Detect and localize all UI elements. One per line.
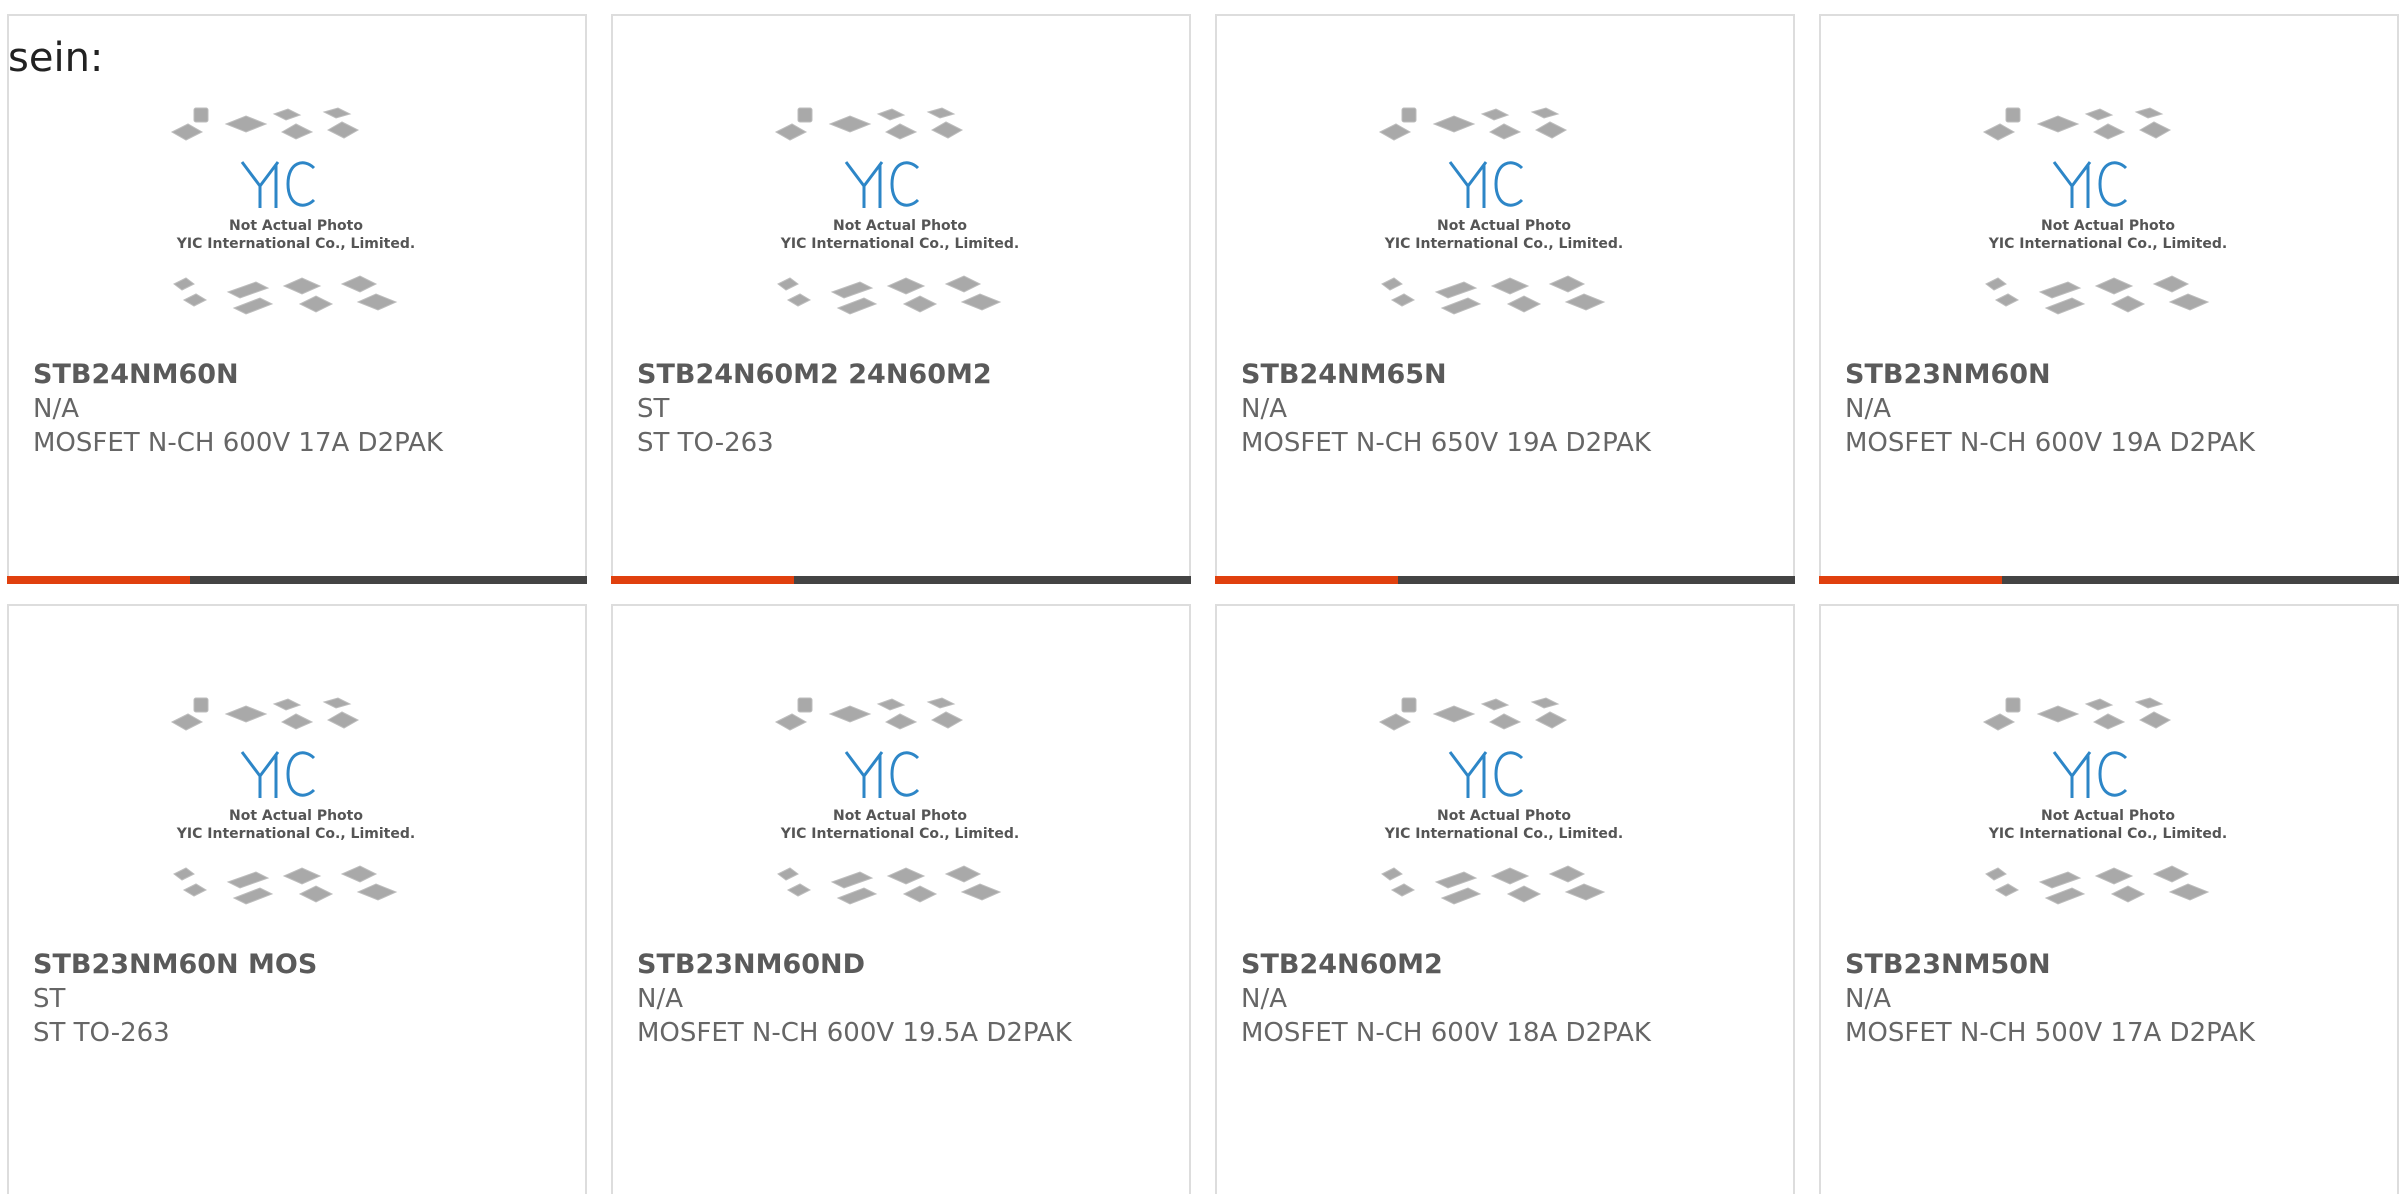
product-info: STB24N60M2 24N60M2 ST ST TO-263 [637,358,1179,460]
yic-logo [240,751,316,798]
chip-icons-bottom [777,275,1002,315]
yic-logo [2052,161,2128,208]
product-info: STB24NM60N N/A MOSFET N-CH 600V 17A D2PA… [33,358,575,460]
yic-logo [1448,751,1524,798]
card-accent-bar [7,576,190,584]
chip-icons-bottom [1381,865,1606,905]
caption-line-1: Not Actual Photo [229,808,363,824]
chip-icons-bottom [777,865,1002,905]
card-bottom-bar [1215,576,1795,584]
caption-line-2: YIC International Co., Limited. [1988,236,2227,252]
chip-icons-top [1982,107,2172,141]
chip-icons-bottom [173,275,398,315]
product-card[interactable]: Not Actual Photo YIC International Co., … [611,14,1191,584]
product-info: STB24NM65N N/A MOSFET N-CH 650V 19A D2PA… [1241,358,1783,460]
product-name[interactable]: STB24NM60N [33,358,575,392]
product-placeholder-image: Not Actual Photo YIC International Co., … [774,697,1019,905]
chip-icons-top [774,107,964,141]
product-card[interactable]: Not Actual Photo YIC International Co., … [7,604,587,1194]
product-name[interactable]: STB23NM60N [1845,358,2387,392]
product-description: ST TO-263 [637,428,774,458]
yic-logo [1448,161,1524,208]
product-description: ST TO-263 [33,1018,170,1048]
product-placeholder-image: Not Actual Photo YIC International Co., … [170,107,415,315]
caption-line-1: Not Actual Photo [229,218,363,234]
product-placeholder-image: Not Actual Photo YIC International Co., … [774,107,1019,315]
product-description: MOSFET N-CH 600V 18A D2PAK [1241,1018,1651,1048]
card-bottom-bar [1819,576,2399,584]
product-placeholder-image: Not Actual Photo YIC International Co., … [1982,697,2227,905]
product-placeholder-image: Not Actual Photo YIC International Co., … [1378,697,1623,905]
caption-line-2: YIC International Co., Limited. [176,826,415,842]
caption-line-1: Not Actual Photo [833,218,967,234]
product-brand: N/A [33,394,79,424]
product-card[interactable]: Not Actual Photo YIC International Co., … [7,14,587,584]
chip-icons-top [170,107,360,141]
yic-logo [844,161,920,208]
product-description: MOSFET N-CH 600V 19A D2PAK [1845,428,2255,458]
chip-icons-bottom [173,865,398,905]
product-card[interactable]: Not Actual Photo YIC International Co., … [1215,14,1795,584]
product-name[interactable]: STB23NM50N [1845,948,2387,982]
product-info: STB23NM60ND N/A MOSFET N-CH 600V 19.5A D… [637,948,1179,1050]
product-placeholder-image: Not Actual Photo YIC International Co., … [170,697,415,905]
product-placeholder-image: Not Actual Photo YIC International Co., … [1982,107,2227,315]
card-accent-bar [1819,576,2002,584]
product-card[interactable]: Not Actual Photo YIC International Co., … [1819,604,2399,1194]
chip-icons-top [1982,697,2172,731]
chip-icons-top [170,697,360,731]
caption-line-1: Not Actual Photo [2041,808,2175,824]
caption-line-2: YIC International Co., Limited. [176,236,415,252]
caption-line-2: YIC International Co., Limited. [1988,826,2227,842]
product-info: STB23NM50N N/A MOSFET N-CH 500V 17A D2PA… [1845,948,2387,1050]
product-info: STB23NM60N MOS ST ST TO-263 [33,948,575,1050]
product-info: STB23NM60N N/A MOSFET N-CH 600V 19A D2PA… [1845,358,2387,460]
product-card[interactable]: Not Actual Photo YIC International Co., … [1819,14,2399,584]
card-bottom-bar [611,576,1191,584]
chip-icons-top [1378,697,1568,731]
caption-line-1: Not Actual Photo [833,808,967,824]
section-heading: sein: [8,35,104,81]
chip-icons-top [774,697,964,731]
yic-logo [844,751,920,798]
caption-line-1: Not Actual Photo [1437,218,1571,234]
product-name[interactable]: STB23NM60ND [637,948,1179,982]
product-name[interactable]: STB23NM60N MOS [33,948,575,982]
product-brand: N/A [637,984,683,1014]
product-card[interactable]: Not Actual Photo YIC International Co., … [1215,604,1795,1194]
product-description: MOSFET N-CH 650V 19A D2PAK [1241,428,1651,458]
product-name[interactable]: STB24NM65N [1241,358,1783,392]
product-placeholder-image: Not Actual Photo YIC International Co., … [1378,107,1623,315]
yic-logo [2052,751,2128,798]
chip-icons-bottom [1985,275,2210,315]
product-description: MOSFET N-CH 500V 17A D2PAK [1845,1018,2255,1048]
product-brand: N/A [1845,394,1891,424]
product-card[interactable]: Not Actual Photo YIC International Co., … [611,604,1191,1194]
product-grid: Not Actual Photo YIC International Co., … [7,14,2401,1194]
caption-line-1: Not Actual Photo [1437,808,1571,824]
card-bottom-bar [7,576,587,584]
product-description: MOSFET N-CH 600V 17A D2PAK [33,428,443,458]
product-brand: N/A [1845,984,1891,1014]
caption-line-2: YIC International Co., Limited. [780,826,1019,842]
caption-line-2: YIC International Co., Limited. [1384,826,1623,842]
card-accent-bar [1215,576,1398,584]
product-name[interactable]: STB24N60M2 [1241,948,1783,982]
card-accent-bar [611,576,794,584]
caption-line-2: YIC International Co., Limited. [1384,236,1623,252]
chip-icons-bottom [1985,865,2210,905]
product-brand: N/A [1241,984,1287,1014]
yic-logo [240,161,316,208]
caption-line-2: YIC International Co., Limited. [780,236,1019,252]
product-brand: ST [637,394,670,424]
product-brand: ST [33,984,66,1014]
product-name[interactable]: STB24N60M2 24N60M2 [637,358,1179,392]
caption-line-1: Not Actual Photo [2041,218,2175,234]
product-info: STB24N60M2 N/A MOSFET N-CH 600V 18A D2PA… [1241,948,1783,1050]
product-description: MOSFET N-CH 600V 19.5A D2PAK [637,1018,1072,1048]
product-brand: N/A [1241,394,1287,424]
chip-icons-top [1378,107,1568,141]
chip-icons-bottom [1381,275,1606,315]
